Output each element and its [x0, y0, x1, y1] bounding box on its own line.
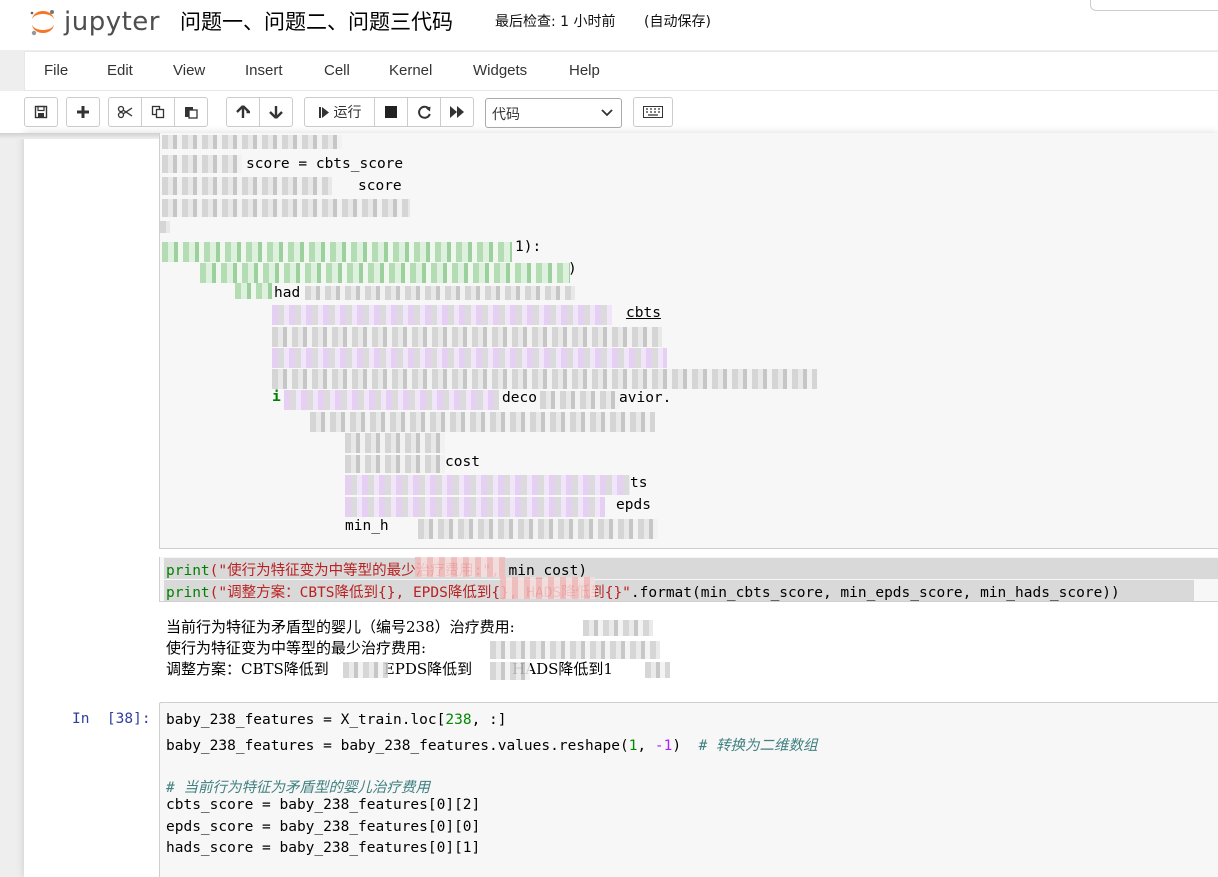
- obscured-code: [345, 497, 605, 517]
- save-icon: [34, 105, 48, 119]
- input-prompt: In [38]:: [72, 711, 151, 727]
- obscured-code: [162, 135, 342, 149]
- obscured-code: [415, 557, 505, 577]
- arrow-down-icon: [269, 106, 283, 119]
- menubar: File Edit View Insert Cell Kernel Widget…: [24, 51, 1218, 91]
- copy-icon: [151, 105, 165, 119]
- obscured-code: [345, 475, 630, 495]
- code-fragment: score: [358, 178, 402, 194]
- obscured-code: [272, 305, 612, 325]
- plus-icon: [77, 106, 89, 118]
- obscured-code: [272, 327, 662, 347]
- move-up-button[interactable]: [226, 97, 260, 127]
- autosave-status: (自动保存): [644, 14, 711, 30]
- obscured-code: [162, 242, 512, 262]
- code-fragment: 1):: [515, 239, 542, 255]
- obscured-code: [310, 412, 655, 432]
- code-fragment: cbts: [626, 305, 661, 321]
- code-line: baby_238_features = baby_238_features.va…: [166, 738, 818, 754]
- stop-icon: [385, 106, 397, 118]
- code-line: cbts_score = baby_238_features[0][2]: [166, 797, 481, 813]
- menu-edit[interactable]: Edit: [107, 62, 133, 79]
- restart-button[interactable]: [407, 97, 441, 127]
- obscured-code: [284, 390, 499, 410]
- code-line: baby_238_features = X_train.loc[238, :]: [166, 712, 507, 728]
- obscured-code: [345, 455, 445, 473]
- print-line-2: print("调整方案：CBTS降低到{}, EPDS降低到{}, HADS降低…: [166, 585, 1120, 601]
- obscured-output: [343, 662, 388, 678]
- save-button[interactable]: [24, 97, 58, 127]
- menu-insert[interactable]: Insert: [245, 62, 283, 79]
- obscured-output: [490, 662, 530, 680]
- obscured-code: [540, 391, 620, 409]
- interrupt-button[interactable]: [374, 97, 408, 127]
- code-fragment: ts: [630, 475, 648, 491]
- menu-help[interactable]: Help: [569, 62, 600, 79]
- obscured-code: [235, 283, 275, 299]
- menu-kernel[interactable]: Kernel: [389, 62, 432, 79]
- restart-run-all-button[interactable]: [440, 97, 474, 127]
- output-line-3: 调整方案：CBTS降低到 EPDS降低到 HADS降低到1: [166, 660, 613, 678]
- obscured-output: [490, 641, 660, 659]
- code-fragment: had: [274, 285, 301, 301]
- paste-icon: [185, 107, 198, 119]
- obscured-code: [162, 155, 242, 173]
- move-down-button[interactable]: [259, 97, 293, 127]
- login-widget[interactable]: [1090, 0, 1218, 11]
- code-fragment: deco: [502, 390, 537, 406]
- menu-widgets[interactable]: Widgets: [473, 62, 527, 79]
- restart-icon: [417, 105, 431, 119]
- notebook-title[interactable]: 问题一、问题二、问题三代码: [180, 6, 453, 36]
- code-fragment: cost: [445, 454, 480, 470]
- cell-type-value: 代码: [492, 107, 520, 123]
- keyboard-icon: [643, 106, 663, 118]
- logo-text: jupyter: [64, 7, 160, 37]
- checkpoint-status: 最后检查: 1 小时前: [495, 14, 616, 30]
- menu-file[interactable]: File: [44, 62, 68, 79]
- jupyter-logo[interactable]: jupyter: [28, 4, 160, 40]
- code-fragment: avior.: [619, 390, 672, 406]
- header: jupyter 问题一、问题二、问题三代码 最后检查: 1 小时前 (自动保存): [0, 0, 1218, 50]
- obscured-code: [272, 348, 667, 368]
- code-comment: # 当前行为特征为矛盾型的婴儿治疗费用: [166, 780, 430, 796]
- code-fragment: i: [272, 389, 281, 405]
- cell-type-select[interactable]: 代码: [485, 98, 622, 128]
- obscured-output: [645, 662, 670, 678]
- code-fragment: ): [568, 261, 577, 277]
- obscured-output: [583, 620, 653, 636]
- copy-button[interactable]: [141, 97, 175, 127]
- cut-button[interactable]: [108, 97, 142, 127]
- obscured-code: [305, 286, 575, 300]
- jupyter-logo-icon: [30, 10, 54, 36]
- obscured-code: [160, 221, 170, 233]
- obscured-code: [500, 577, 595, 599]
- menu-view[interactable]: View: [173, 62, 205, 79]
- code-fragment: epds: [616, 497, 651, 513]
- paste-button[interactable]: [174, 97, 208, 127]
- code-fragment: min_h: [345, 518, 389, 534]
- code-cell-input[interactable]: score = cbts_score score 1): ) had cbts …: [159, 133, 1218, 549]
- output-line-1: 当前行为特征为矛盾型的婴儿（编号238）治疗费用:: [166, 618, 515, 636]
- code-cell-print-lines[interactable]: print("使行为特征变为中等型的最少治疗费用:", min_cost) pr…: [159, 557, 1218, 602]
- run-button[interactable]: 运行: [304, 97, 375, 127]
- run-label: 运行: [333, 105, 362, 121]
- cut-icon: [117, 105, 133, 119]
- chevron-down-icon: [601, 109, 613, 117]
- code-line: epds_score = baby_238_features[0][0]: [166, 819, 481, 835]
- code-fragment: score = cbts_score: [246, 156, 404, 172]
- obscured-code: [162, 199, 410, 217]
- fast-forward-icon: [450, 106, 464, 118]
- step-forward-icon: [318, 106, 329, 118]
- obscured-code: [345, 433, 445, 453]
- command-palette-button[interactable]: [633, 97, 673, 127]
- insert-cell-button[interactable]: [66, 97, 100, 127]
- code-cell-input[interactable]: baby_238_features = X_train.loc[238, :] …: [159, 702, 1218, 877]
- menu-cell[interactable]: Cell: [324, 62, 350, 79]
- obscured-code: [418, 519, 658, 539]
- obscured-code: [272, 369, 817, 389]
- code-line: hads_score = baby_238_features[0][1]: [166, 840, 481, 856]
- obscured-code: [162, 177, 332, 195]
- obscured-code: [200, 263, 570, 283]
- arrow-up-icon: [236, 105, 250, 118]
